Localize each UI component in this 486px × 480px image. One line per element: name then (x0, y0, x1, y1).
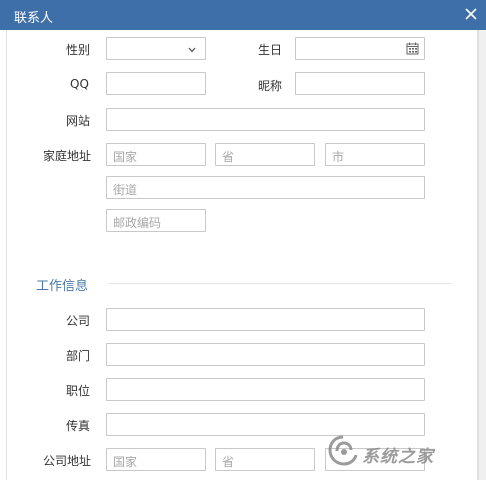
home-province-input[interactable]: 省 (215, 143, 315, 166)
company-label: 公司 (66, 314, 91, 328)
home-city-input[interactable]: 市 (325, 143, 425, 166)
birthday-date-picker[interactable] (295, 37, 425, 60)
work-province-input[interactable]: 省 (215, 448, 315, 471)
section-divider (108, 283, 452, 284)
nickname-label: 昵称 (258, 79, 283, 93)
home-city-placeholder: 市 (332, 150, 345, 164)
birthday-label: 生日 (258, 43, 283, 57)
company-input[interactable] (106, 308, 425, 331)
watermark-text: 系统之家 (362, 447, 434, 467)
fax-label: 传真 (66, 419, 91, 433)
company-address-label: 公司地址 (43, 454, 92, 468)
home-address-label: 家庭地址 (43, 149, 92, 163)
gender-label: 性别 (66, 43, 91, 57)
home-street-input[interactable]: 街道 (106, 176, 425, 199)
home-zip-placeholder: 邮政编码 (113, 216, 162, 230)
nickname-input[interactable] (295, 72, 425, 95)
close-icon[interactable] (462, 4, 480, 24)
dialog-title: 联系人 (14, 11, 54, 26)
home-zip-input[interactable]: 邮政编码 (106, 209, 206, 232)
work-country-input[interactable]: 国家 (106, 448, 206, 471)
dialog-titlebar: 联系人 (0, 0, 486, 30)
qq-input[interactable] (106, 72, 206, 95)
work-province-placeholder: 省 (222, 455, 235, 469)
chevron-down-icon (187, 44, 197, 54)
work-info-section-title: 工作信息 (36, 279, 89, 294)
watermark-logo: 系统之家 (326, 430, 476, 478)
home-street-placeholder: 街道 (113, 183, 138, 197)
home-province-placeholder: 省 (222, 150, 235, 164)
website-input[interactable] (106, 108, 425, 131)
vertical-scrollbar[interactable] (478, 30, 486, 480)
website-label: 网站 (66, 114, 91, 128)
watermark-emblem-icon (328, 435, 358, 466)
gender-select[interactable] (106, 37, 206, 60)
home-country-input[interactable]: 国家 (106, 143, 206, 166)
department-input[interactable] (106, 343, 425, 366)
department-label: 部门 (66, 349, 91, 363)
calendar-icon[interactable] (406, 42, 419, 55)
position-label: 职位 (66, 384, 91, 398)
qq-label: QQ (70, 77, 89, 91)
position-input[interactable] (106, 378, 425, 401)
work-country-placeholder: 国家 (113, 455, 138, 469)
home-country-placeholder: 国家 (113, 150, 138, 164)
